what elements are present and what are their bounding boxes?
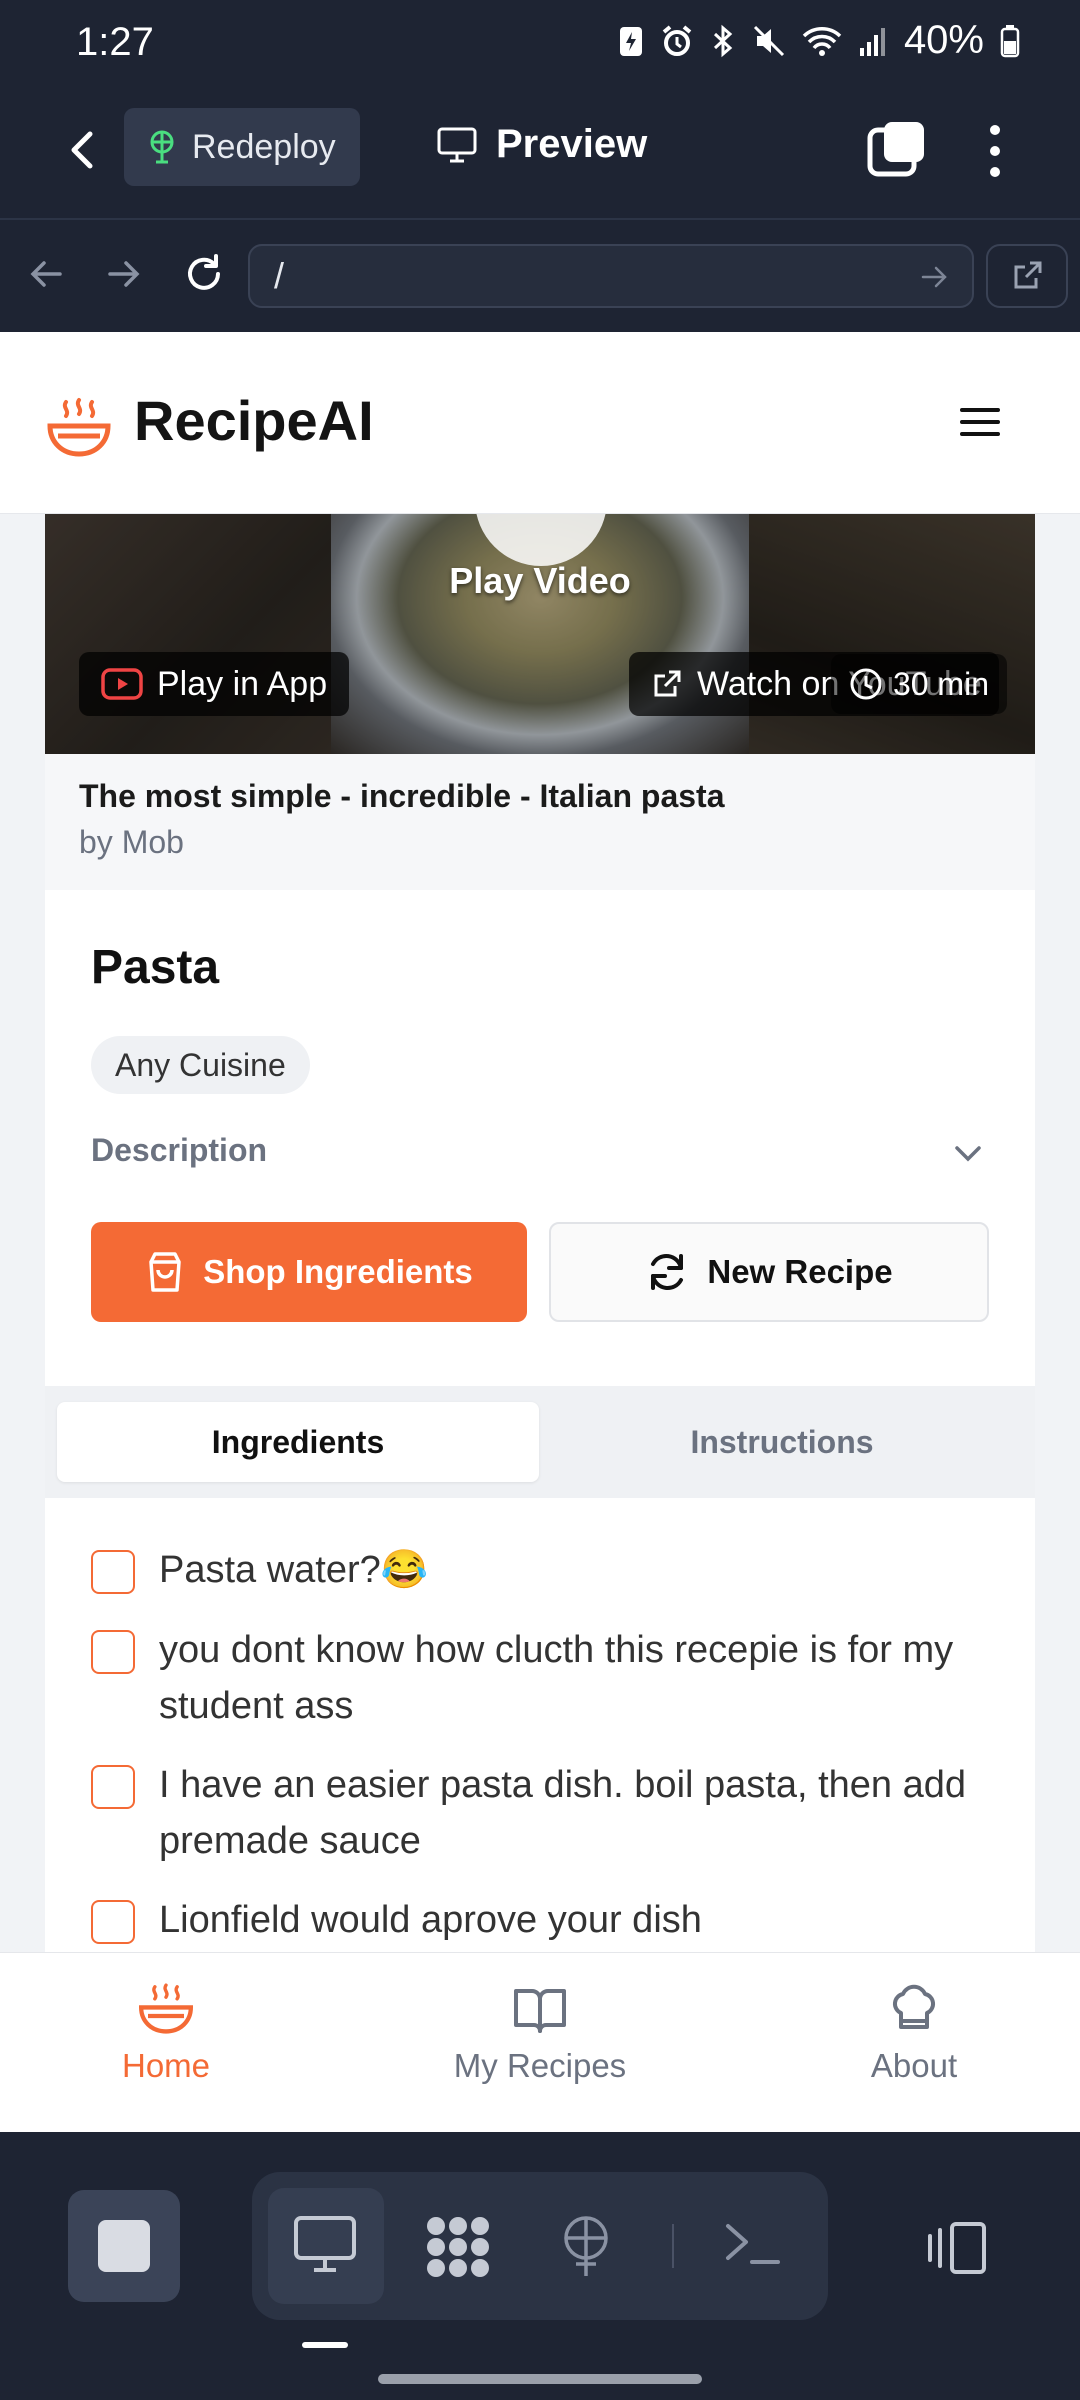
chef-hat-icon [887,1983,941,2037]
dev-toolbar [0,2132,1080,2400]
monitor-icon[interactable] [292,2214,358,2276]
video-thumbnail[interactable]: Play Video Play in App Watch on YouTube … [45,514,1035,754]
logo-icon[interactable] [44,392,114,462]
video-author: by Mob [79,824,184,860]
chevron-down-icon[interactable] [951,1136,985,1170]
ingredient-text: Pasta water?😂 [159,1549,429,1591]
alarm-icon [660,24,694,58]
mute-icon [752,24,786,58]
ingredient-checkbox[interactable] [91,1630,135,1674]
video-title: The most simple - incredible - Italian p… [79,778,725,814]
recipe-tabs: Ingredients Instructions [45,1386,1035,1498]
stop-icon [98,2220,150,2272]
ingredient-text: you dont know how clucth this recepie is… [159,1629,954,1727]
ingredient-checkbox[interactable] [91,1900,135,1944]
shop-ingredients-button[interactable]: Shop Ingredients [91,1222,527,1322]
tab-instructions[interactable]: Instructions [541,1402,1023,1482]
site-header: RecipeAI [0,332,1080,514]
go-arrow-icon[interactable] [920,262,950,292]
duration-badge: 30 min [831,654,1008,714]
recipe-title: Pasta [91,941,220,994]
battery-saver-icon [618,24,644,58]
url-bar: / [0,220,1080,332]
play-video-label[interactable]: Play Video [45,560,1035,602]
redeploy-button[interactable]: Redeploy [124,108,360,186]
bottom-nav: Home My Recipes About [0,1952,1080,2132]
windows-icon[interactable] [866,118,928,180]
nav-back-icon[interactable] [26,250,66,298]
status-icons: 40% [618,18,1020,63]
video-info: The most simple - incredible - Italian p… [45,754,1035,890]
globe-tree-icon [146,129,178,165]
nav-my-recipes-label: My Recipes [453,2047,627,2084]
workflow-icon[interactable] [422,2214,494,2280]
reload-icon[interactable] [180,250,228,298]
ingredient-item[interactable]: you dont know how clucth this recepie is… [91,1622,991,1734]
active-tool-indicator [302,2342,348,2348]
status-bar: 1:27 40% [0,0,1080,86]
new-recipe-label: New Recipe [707,1253,893,1290]
refresh-icon [645,1250,689,1294]
nav-home-label: Home [121,2047,211,2084]
menu-icon[interactable] [958,404,1002,440]
gesture-handle[interactable] [378,2374,702,2384]
tab-ingredients[interactable]: Ingredients [57,1402,539,1482]
bluetooth-icon [710,24,736,58]
shopping-bag-icon [145,1250,185,1294]
more-options-icon[interactable] [980,120,1010,182]
web-page: RecipeAI Play Video Play in App Watch on… [0,332,1080,1952]
nav-forward-icon[interactable] [104,250,144,298]
dock-separator [672,2224,674,2268]
external-link-icon [1014,261,1042,289]
ingredient-item[interactable]: I have an easier pasta dish. boil pasta,… [91,1757,991,1869]
stop-button[interactable] [68,2190,180,2302]
monitor-icon [436,126,478,164]
preview-tab[interactable]: Preview [436,122,647,167]
panel-toggle-icon[interactable] [924,2220,990,2276]
ingredient-text: Lionfield would aprove your dish [159,1899,702,1941]
app-bar: Redeploy Preview [0,86,1080,220]
signal-icon [858,24,888,58]
youtube-icon [101,668,143,700]
ingredient-item[interactable]: Lionfield would aprove your dish [91,1892,991,1948]
redeploy-label: Redeploy [192,127,336,166]
nav-my-recipes[interactable]: My Recipes [390,1983,690,2085]
book-icon [512,1983,568,2037]
ingredient-item[interactable]: Pasta water?😂 [91,1542,991,1598]
brand-name[interactable]: RecipeAI [134,388,374,453]
tool-dock [252,2172,828,2320]
home-bowl-icon [136,1983,196,2037]
nav-about-label: About [870,2047,958,2084]
url-text: / [274,255,285,296]
battery-percent: 40% [903,18,984,62]
ingredient-text: I have an easier pasta dish. boil pasta,… [159,1764,966,1862]
cuisine-badge: Any Cuisine [91,1036,310,1094]
recipe-card: Pasta Any Cuisine Description Shop Ingre… [45,890,1035,1952]
status-time: 1:27 [76,20,154,64]
open-external-button[interactable] [986,244,1068,308]
shop-label: Shop Ingredients [203,1253,473,1290]
back-button[interactable] [54,120,114,180]
ingredient-checkbox[interactable] [91,1550,135,1594]
new-recipe-button[interactable]: New Recipe [549,1222,989,1322]
duration-text: 30 min [893,665,990,702]
ingredient-checkbox[interactable] [91,1765,135,1809]
battery-icon [1000,24,1020,58]
play-in-app-button[interactable]: Play in App [79,652,350,716]
nav-home[interactable]: Home [16,1983,316,2085]
url-input[interactable]: / [248,244,974,308]
external-link-icon [651,668,683,700]
deploy-icon[interactable] [558,2214,614,2280]
terminal-icon[interactable] [722,2214,782,2274]
play-in-app-label: Play in App [157,664,328,703]
preview-label: Preview [496,122,648,166]
wifi-icon [802,24,842,58]
nav-about[interactable]: About [764,1983,1064,2085]
description-toggle[interactable]: Description [91,1132,267,1169]
clock-icon [849,667,883,701]
